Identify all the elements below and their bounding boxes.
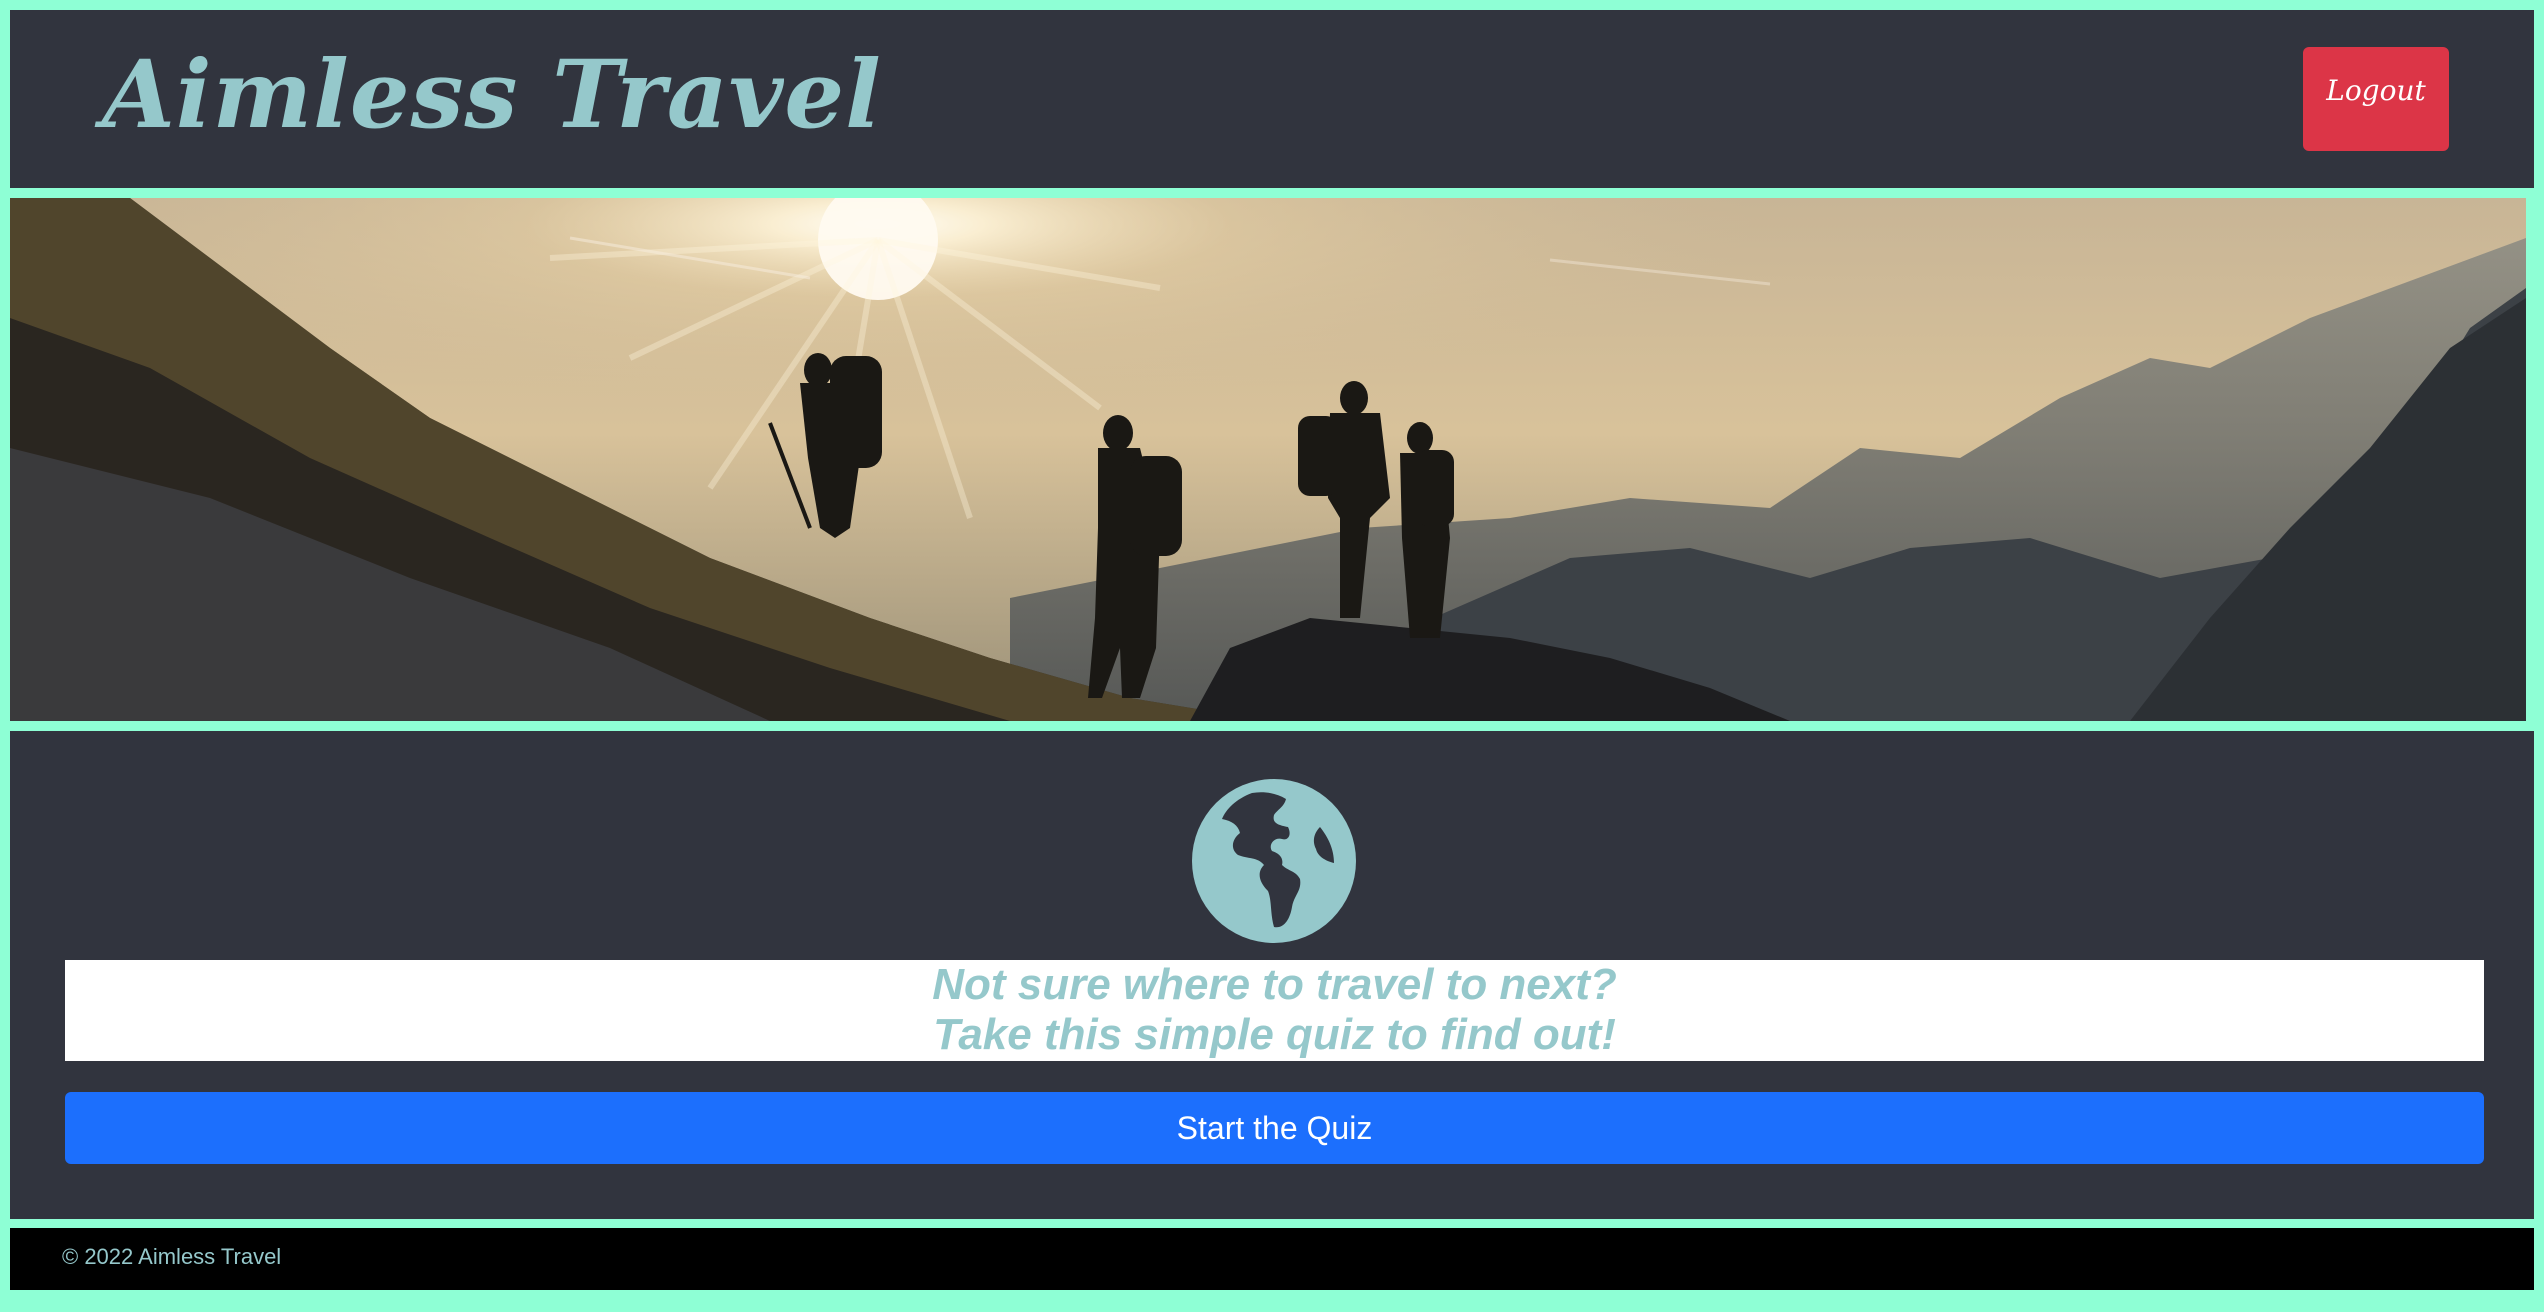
hero-photo	[10, 198, 2526, 721]
tagline-line-1: Not sure where to travel to next?	[932, 960, 1617, 1009]
hero-image	[10, 198, 2526, 721]
site-header: Aimless Travel Logout	[10, 10, 2534, 188]
quiz-tagline: Not sure where to travel to next? Take t…	[65, 960, 2484, 1061]
site-footer: © 2022 Aimless Travel	[10, 1228, 2534, 1290]
brand-title: Aimless Travel	[102, 40, 882, 150]
quiz-intro-panel: Not sure where to travel to next? Take t…	[10, 731, 2534, 1219]
globe-americas-icon	[1192, 779, 1356, 943]
tagline-line-2: Take this simple quiz to find out!	[933, 1010, 1616, 1059]
copyright-text: © 2022 Aimless Travel	[62, 1244, 282, 1269]
start-quiz-button[interactable]: Start the Quiz	[65, 1092, 2484, 1164]
logout-label: Logout	[2326, 74, 2426, 107]
logout-button[interactable]: Logout	[2303, 47, 2449, 151]
